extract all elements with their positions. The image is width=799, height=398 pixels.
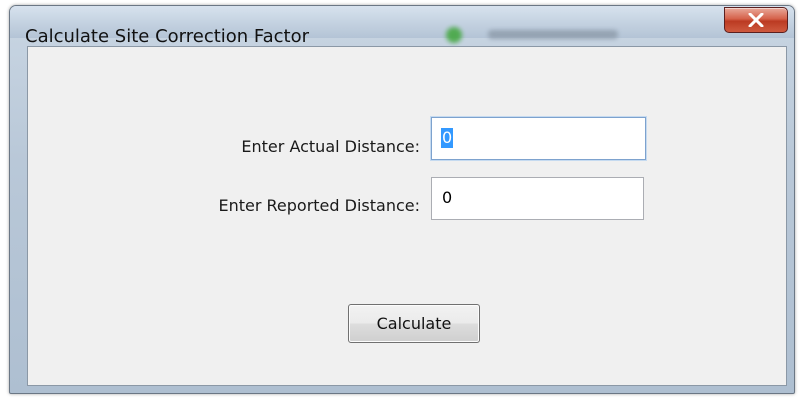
reported-distance-value: 0 bbox=[442, 188, 453, 207]
actual-distance-input[interactable]: 0 bbox=[431, 117, 646, 160]
title-bar[interactable]: Calculate Site Correction Factor bbox=[10, 6, 794, 47]
status-dot-icon bbox=[446, 27, 462, 43]
calculate-button[interactable]: Calculate bbox=[348, 304, 480, 343]
dialog-body: Enter Actual Distance: 0 Enter Reported … bbox=[27, 46, 787, 386]
actual-distance-label: Enter Actual Distance: bbox=[241, 137, 420, 156]
reported-distance-input[interactable]: 0 bbox=[431, 177, 644, 220]
close-icon bbox=[748, 13, 764, 27]
actual-distance-value: 0 bbox=[441, 128, 454, 148]
close-button[interactable] bbox=[724, 7, 788, 33]
background-window-glimpse bbox=[438, 24, 638, 44]
dialog-window: Calculate Site Correction Factor Enter A… bbox=[9, 5, 795, 394]
blurred-text-bar bbox=[488, 30, 618, 39]
window-title: Calculate Site Correction Factor bbox=[25, 26, 310, 47]
reported-distance-label: Enter Reported Distance: bbox=[218, 196, 420, 215]
